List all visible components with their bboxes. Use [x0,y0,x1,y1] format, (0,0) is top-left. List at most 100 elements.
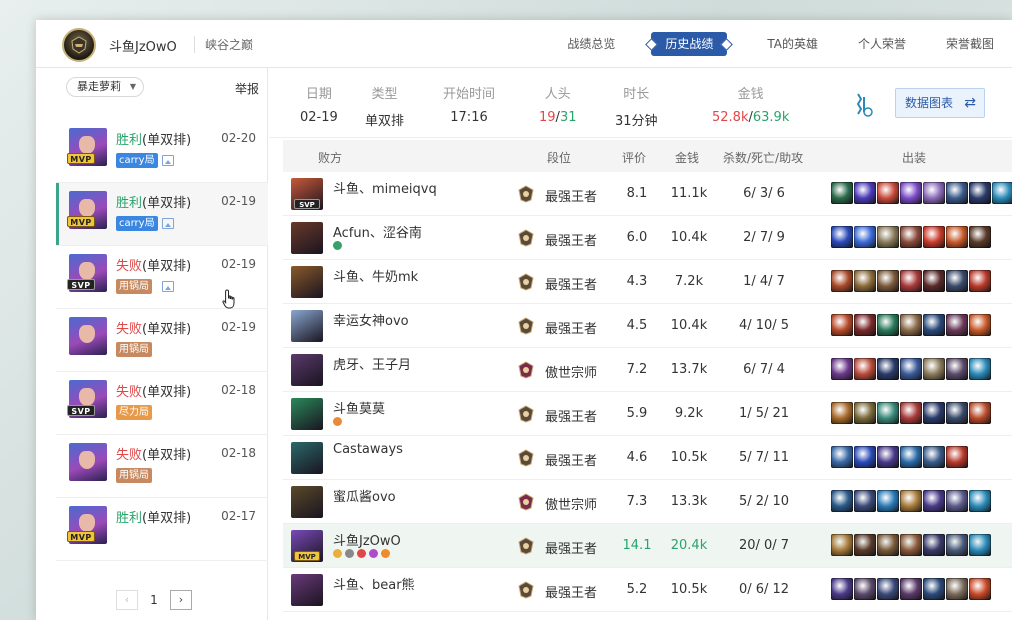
item-icon[interactable] [923,270,945,292]
item-icon[interactable] [946,402,968,424]
item-icon[interactable] [923,578,945,600]
item-icon[interactable] [854,446,876,468]
item-icon[interactable] [969,226,991,248]
player-name[interactable]: 斗鱼、mimeiqvq [333,178,437,197]
player-row[interactable]: Castaways 最强王者 4.6 10.5k 5/ 7/ 11 [283,436,1012,480]
item-icon[interactable] [923,226,945,248]
item-icon[interactable] [877,358,899,380]
player-name[interactable]: Castaways [333,442,403,457]
tab-history[interactable]: 历史战绩 [651,32,728,56]
item-icon[interactable] [946,534,968,556]
item-icon[interactable] [877,578,899,600]
match-list-item[interactable]: SVP 失败(单双排) 02-18 尽力局 [56,372,268,435]
item-icon[interactable] [900,402,922,424]
item-icon[interactable] [946,358,968,380]
item-icon[interactable] [877,490,899,512]
rank-trend-icon[interactable] [852,92,874,118]
item-icon[interactable] [877,534,899,556]
item-icon[interactable] [854,226,876,248]
item-icon[interactable] [946,490,968,512]
item-icon[interactable] [923,446,945,468]
player-name[interactable]: 斗鱼莫莫 [333,398,385,417]
item-icon[interactable] [946,182,968,204]
item-icon[interactable] [900,358,922,380]
screenshot-icon[interactable] [162,218,174,229]
item-icon[interactable] [900,490,922,512]
champion-portrait[interactable]: MVP [291,530,323,562]
match-list-item[interactable]: 失败(单双排) 02-18 用锅局 [56,435,268,498]
item-icon[interactable] [831,402,853,424]
match-list-item[interactable]: 失败(单双排) 02-19 用锅局 [56,309,268,372]
item-icon[interactable] [923,402,945,424]
item-icon[interactable] [854,490,876,512]
item-icon[interactable] [854,182,876,204]
item-icon[interactable] [831,314,853,336]
report-link[interactable]: 举报 [235,80,259,97]
item-icon[interactable] [900,182,922,204]
item-icon[interactable] [969,578,991,600]
match-list-item[interactable]: MVP 胜利(单双排) 02-17 [56,498,268,561]
next-page-button[interactable]: › [170,590,192,610]
item-icon[interactable] [946,578,968,600]
item-icon[interactable] [831,358,853,380]
item-icon[interactable] [877,182,899,204]
item-icon[interactable] [831,270,853,292]
player-name[interactable]: Acfun、涩谷南 [333,222,422,241]
item-icon[interactable] [831,534,853,556]
champion-portrait[interactable] [291,574,323,606]
item-icon[interactable] [831,226,853,248]
item-icon[interactable] [900,534,922,556]
player-row[interactable]: 斗鱼莫莫 最强王者 5.9 9.2k 1/ 5/ 21 [283,392,1012,436]
player-row[interactable]: SVP 斗鱼、mimeiqvq 最强王者 8.1 11.1k 6/ 3/ 6 [283,172,1012,216]
match-list-item[interactable]: MVP 胜利(单双排) 02-19 carry局 [56,183,268,246]
player-name[interactable]: 斗鱼JzOwO [333,530,401,549]
item-icon[interactable] [854,270,876,292]
item-icon[interactable] [854,534,876,556]
item-icon[interactable] [877,446,899,468]
item-icon[interactable] [831,490,853,512]
player-row[interactable]: MVP 斗鱼JzOwO 最强王者 14.1 20.4k 20/ 0/ 7 [283,524,1012,568]
player-row[interactable]: 斗鱼、牛奶mk 最强王者 4.3 7.2k 1/ 4/ 7 [283,260,1012,304]
item-icon[interactable] [923,490,945,512]
tab-overview[interactable]: 战绩总览 [567,32,615,56]
player-row[interactable]: 蜜瓜酱ovo 傲世宗师 7.3 13.3k 5/ 2/ 10 [283,480,1012,524]
item-icon[interactable] [969,402,991,424]
prev-page-button[interactable]: ‹ [116,590,138,610]
item-icon[interactable] [923,182,945,204]
player-name[interactable]: 虎牙、王子月 [333,354,411,373]
player-row[interactable]: 斗鱼、bear熊 最强王者 5.2 10.5k 0/ 6/ 12 [283,568,1012,612]
player-name[interactable]: 蜜瓜酱ovo [333,486,396,505]
tab-heroes[interactable]: TA的英雄 [767,32,818,56]
item-icon[interactable] [854,358,876,380]
item-icon[interactable] [969,534,991,556]
match-list-item[interactable]: MVP 胜利(单双排) 02-20 carry局 [56,120,268,183]
item-icon[interactable] [854,578,876,600]
champion-portrait[interactable] [291,266,323,298]
tab-honor[interactable]: 个人荣誉 [858,32,906,56]
item-icon[interactable] [992,182,1012,204]
item-icon[interactable] [946,314,968,336]
item-icon[interactable] [900,578,922,600]
item-icon[interactable] [877,226,899,248]
item-icon[interactable] [831,446,853,468]
item-icon[interactable] [900,226,922,248]
champion-portrait[interactable] [291,310,323,342]
item-icon[interactable] [969,314,991,336]
item-icon[interactable] [854,314,876,336]
player-row[interactable]: 幸运女神ovo 最强王者 4.5 10.4k 4/ 10/ 5 [283,304,1012,348]
item-icon[interactable] [900,270,922,292]
item-icon[interactable] [923,534,945,556]
champion-portrait[interactable] [291,354,323,386]
item-icon[interactable] [877,402,899,424]
user-avatar[interactable] [62,28,96,62]
item-icon[interactable] [900,314,922,336]
player-name[interactable]: 斗鱼、牛奶mk [333,266,418,285]
screenshot-icon[interactable] [162,155,174,166]
item-icon[interactable] [946,226,968,248]
tab-screenshots[interactable]: 荣誉截图 [946,32,994,56]
item-icon[interactable] [969,490,991,512]
player-row[interactable]: 虎牙、王子月 傲世宗师 7.2 13.7k 6/ 7/ 4 [283,348,1012,392]
item-icon[interactable] [831,578,853,600]
item-icon[interactable] [854,402,876,424]
item-icon[interactable] [969,182,991,204]
